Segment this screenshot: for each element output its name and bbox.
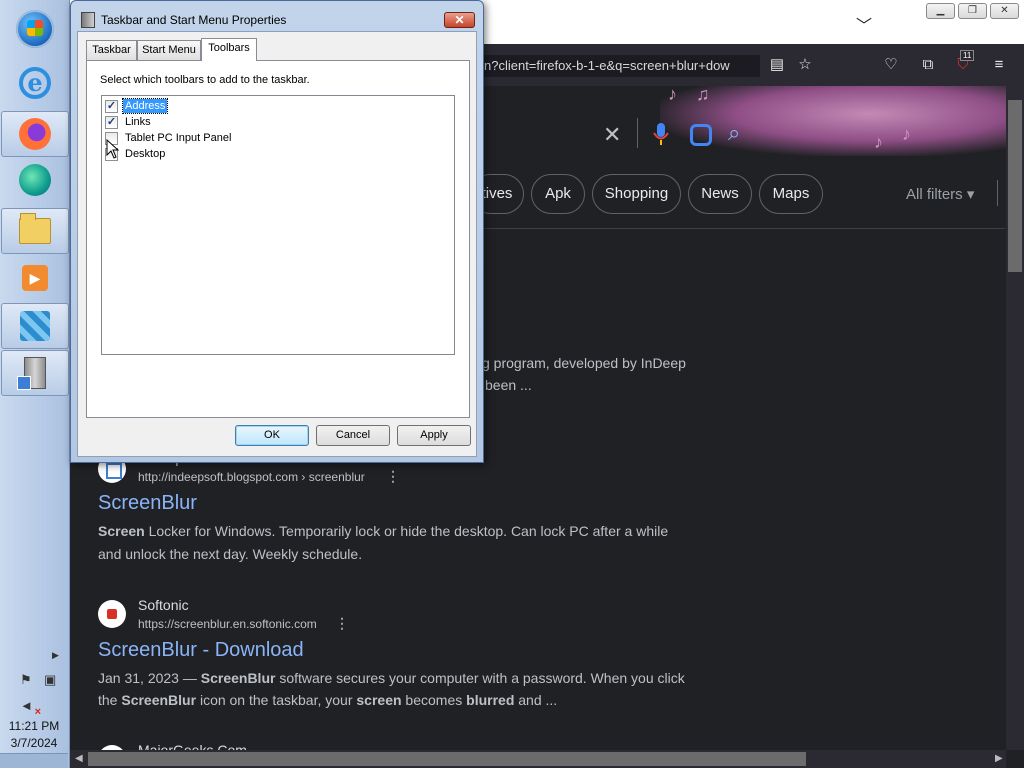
scroll-left-icon[interactable]: ◀ bbox=[75, 753, 83, 764]
more-options-icon[interactable]: ⋮ bbox=[386, 468, 400, 485]
close-window-button[interactable]: ✕ bbox=[990, 3, 1019, 19]
taskbar-taskbar-properties[interactable] bbox=[1, 350, 69, 396]
filter-chip-apk[interactable]: Apk bbox=[531, 174, 585, 214]
search-divider bbox=[637, 118, 638, 148]
result-site-name: Softonic bbox=[138, 597, 189, 613]
clock-time[interactable]: 11:21 PM bbox=[0, 719, 68, 733]
folder-icon bbox=[19, 213, 51, 244]
dialog-body: Taskbar Start Menu Toolbars Select which… bbox=[77, 31, 477, 457]
result-snippet-line2: the ScreenBlur icon on the taskbar, your… bbox=[98, 692, 558, 708]
dialog-close-button[interactable]: ✕ bbox=[444, 12, 475, 28]
tab-toolbars[interactable]: Toolbars bbox=[201, 38, 257, 61]
result-title-link[interactable]: ScreenBlur bbox=[98, 492, 197, 515]
result-snippet: Screen Locker for Windows. Temporarily l… bbox=[98, 523, 669, 539]
volume-muted-icon[interactable]: ◄ bbox=[20, 698, 41, 718]
taskbar-explorer[interactable] bbox=[1, 208, 69, 254]
result-url[interactable]: http://indeepsoft.blogspot.com › screenb… bbox=[138, 470, 365, 484]
taskbar-properties-dialog: Taskbar and Start Menu Properties ✕ Task… bbox=[70, 0, 484, 463]
snippet-line: Locker for Windows. Temporarily lock or … bbox=[148, 523, 669, 539]
taskbar-internet-explorer[interactable]: e bbox=[1, 60, 69, 106]
mouse-cursor-icon bbox=[106, 139, 120, 159]
music-note-icon: ♪ bbox=[874, 132, 883, 152]
dialog-title: Taskbar and Start Menu Properties bbox=[101, 13, 287, 27]
result-url[interactable]: https://screenblur.en.softonic.com bbox=[138, 617, 317, 631]
search-icon[interactable]: ⌕ bbox=[728, 120, 740, 146]
toolbars-listbox[interactable]: ✓ Address ✓ Links Tablet PC Input Panel … bbox=[101, 95, 455, 355]
address-checkbox[interactable]: ✓ bbox=[105, 99, 118, 113]
toolbar-item-label: Address bbox=[121, 98, 169, 114]
toolbars-tab-panel: Select which toolbars to add to the task… bbox=[86, 60, 470, 418]
toolbar-item-links[interactable]: ✓ Links bbox=[105, 114, 153, 130]
network-icon[interactable]: ▣ bbox=[44, 672, 60, 688]
bookmark-star-icon[interactable]: ☆ bbox=[794, 54, 816, 76]
cancel-button[interactable]: Cancel bbox=[316, 425, 390, 446]
tab-taskbar[interactable]: Taskbar bbox=[86, 40, 137, 60]
pocket-icon[interactable]: ♡ bbox=[880, 54, 902, 76]
voice-search-icon[interactable] bbox=[652, 122, 670, 146]
doodle-banner bbox=[660, 86, 1010, 156]
tab-start-menu[interactable]: Start Menu bbox=[137, 40, 201, 60]
taskbar-properties-icon bbox=[81, 12, 95, 28]
taskbar-properties-icon bbox=[17, 357, 46, 390]
restore-button[interactable]: ❐ bbox=[958, 3, 987, 19]
windows-logo-icon bbox=[16, 10, 54, 48]
internet-explorer-icon: e bbox=[19, 67, 51, 99]
all-filters-button[interactable]: All filters ▾ bbox=[906, 185, 974, 203]
address-bar[interactable]: n?client=firefox-b-1-e&q=screen+blur+dow bbox=[480, 55, 760, 77]
google-lens-icon[interactable] bbox=[690, 124, 712, 146]
filter-chip-maps[interactable]: Maps bbox=[759, 174, 823, 214]
show-desktop-button[interactable] bbox=[0, 753, 68, 768]
action-center-flag-icon[interactable]: ⚑ bbox=[20, 672, 36, 688]
more-options-icon[interactable]: ⋮ bbox=[335, 615, 349, 632]
filter-chip-news[interactable]: News bbox=[688, 174, 752, 214]
edge-icon bbox=[19, 164, 51, 196]
softonic-favicon-icon bbox=[98, 600, 126, 628]
start-button[interactable] bbox=[1, 6, 69, 52]
snippet-fragment: g program, developed by InDeep bbox=[482, 355, 686, 371]
result-snippet-line2: and unlock the next day. Weekly schedule… bbox=[98, 546, 363, 562]
taskbar-media-player[interactable]: ▶ bbox=[1, 255, 69, 301]
toolbar-item-label: Desktop bbox=[125, 148, 166, 160]
clock-date[interactable]: 3/7/2024 bbox=[0, 736, 68, 750]
taskbar-edge[interactable] bbox=[1, 157, 69, 203]
result-snippet: Jan 31, 2023 — ScreenBlur software secur… bbox=[98, 670, 685, 686]
toolbars-instructions: Select which toolbars to add to the task… bbox=[100, 74, 310, 86]
extension-badge: 11 bbox=[960, 50, 975, 61]
clear-search-icon[interactable]: ✕ bbox=[603, 122, 621, 148]
music-note-icon: ♪ bbox=[668, 84, 677, 104]
toolbar-item-label: Tablet PC Input Panel bbox=[125, 132, 232, 144]
minimize-button[interactable]: ▁ bbox=[926, 3, 955, 19]
show-hidden-icons-icon[interactable]: ▶ bbox=[52, 650, 59, 661]
music-note-icon: ♪ bbox=[902, 124, 911, 144]
media-player-icon: ▶ bbox=[22, 265, 48, 291]
music-note-icon: ♫ bbox=[696, 84, 710, 104]
app-menu-icon[interactable]: ≡ bbox=[988, 54, 1010, 76]
taskbar-firefox[interactable] bbox=[1, 111, 69, 157]
ok-button[interactable]: OK bbox=[235, 425, 309, 446]
reader-view-icon[interactable]: ▤ bbox=[766, 54, 788, 76]
toolbar-item-tablet-pc-input-panel[interactable]: Tablet PC Input Panel bbox=[105, 130, 233, 146]
toolbar-item-address[interactable]: ✓ Address bbox=[105, 98, 169, 114]
links-checkbox[interactable]: ✓ bbox=[105, 115, 118, 129]
result-title-link[interactable]: ScreenBlur - Download bbox=[98, 639, 304, 662]
scroll-right-icon[interactable]: ▶ bbox=[995, 753, 1003, 764]
filter-chip-shopping[interactable]: Shopping bbox=[592, 174, 681, 214]
firefox-icon bbox=[19, 118, 51, 150]
extensions-icon[interactable]: ⧉ bbox=[917, 54, 939, 76]
filters-divider bbox=[997, 180, 998, 206]
toolbar-item-label: Links bbox=[125, 116, 151, 128]
horizontal-scroll-thumb[interactable] bbox=[88, 752, 806, 766]
vertical-scroll-thumb[interactable] bbox=[1008, 100, 1022, 272]
cubes-icon bbox=[20, 311, 50, 341]
taskbar-app-cubes[interactable] bbox=[1, 303, 69, 349]
snippet-fragment: been ... bbox=[485, 377, 532, 393]
apply-button[interactable]: Apply bbox=[397, 425, 471, 446]
list-all-tabs-icon[interactable]: ﹀ bbox=[856, 12, 872, 36]
taskbar: e ▶ ▶ ⚑ ▣ ◄ 11:21 PM 3/7/2024 bbox=[0, 0, 70, 768]
